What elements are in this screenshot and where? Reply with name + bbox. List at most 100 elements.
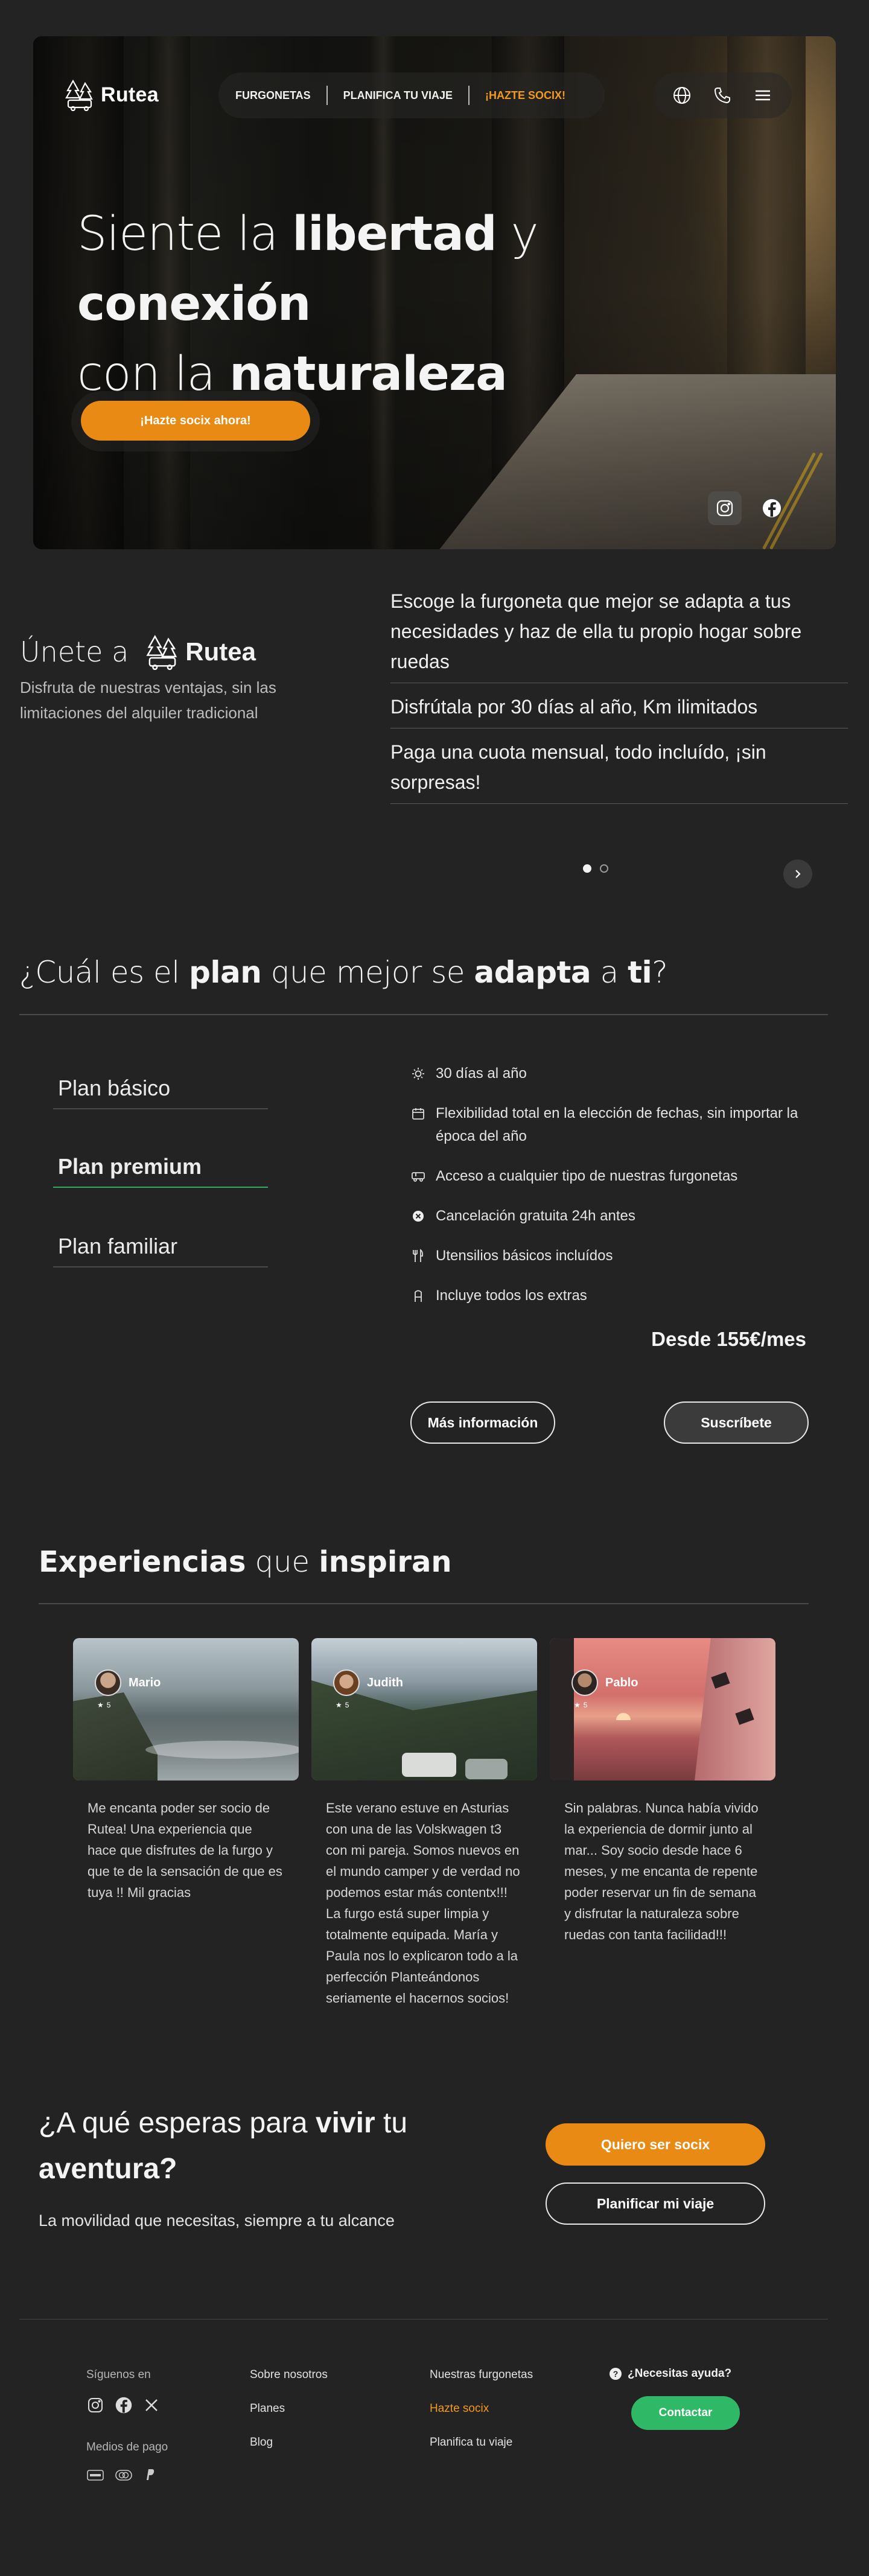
testimonial-user: Judith bbox=[333, 1669, 403, 1696]
plan-feature: Utensilios básicos incluídos bbox=[410, 1245, 821, 1267]
avatar bbox=[333, 1669, 360, 1696]
footer-link-planifica[interactable]: Planifica tu viaje bbox=[430, 2436, 512, 2449]
carousel-dot-active[interactable] bbox=[583, 864, 591, 873]
experiences-heading-emphasis: Experiencias bbox=[39, 1545, 246, 1579]
sea-foam bbox=[145, 1741, 299, 1759]
inline-logo: Rutea bbox=[145, 634, 256, 670]
features-carousel: Escoge la furgoneta que mejor se adapta … bbox=[390, 582, 848, 804]
calendar-icon bbox=[410, 1102, 426, 1125]
menu-icon[interactable] bbox=[750, 82, 776, 109]
testimonial-text: Este verano estuve en Asturias con una d… bbox=[326, 1800, 520, 2006]
nav-separator bbox=[326, 86, 328, 105]
plan-price: Desde 155€/mes bbox=[651, 1328, 806, 1350]
main-nav: FURGONETAS PLANIFICA TU VIAJE ¡HAZTE SOC… bbox=[218, 72, 605, 118]
star-icon: ★ bbox=[97, 1701, 104, 1709]
hero-title: Siente la libertad y conexión con la nat… bbox=[77, 199, 741, 409]
cta-heading-text: ¿A qué esperas para bbox=[39, 2107, 316, 2139]
follow-label: Síguenos en bbox=[86, 2368, 151, 2381]
phone-icon[interactable] bbox=[709, 82, 736, 109]
instagram-icon[interactable] bbox=[86, 2396, 104, 2414]
window-frame-left bbox=[550, 1638, 574, 1781]
plan-features-list: 30 días al año Flexibilidad total en la … bbox=[410, 1062, 821, 1324]
rating-value: 5 bbox=[106, 1701, 111, 1709]
rating-value: 5 bbox=[583, 1701, 588, 1709]
footer-link-vans[interactable]: Nuestras furgonetas bbox=[430, 2368, 533, 2382]
footer-link-blog[interactable]: Blog bbox=[250, 2436, 273, 2449]
plans-divider bbox=[19, 1014, 828, 1015]
coast-rocks bbox=[73, 1692, 158, 1781]
paypal-icon bbox=[142, 2467, 157, 2482]
footer-link-hazte-socix[interactable]: Hazte socix bbox=[430, 2402, 489, 2415]
instagram-icon bbox=[716, 500, 733, 517]
tab-plan-basico[interactable]: Plan básico bbox=[53, 1068, 268, 1109]
mastercard-icon bbox=[115, 2469, 133, 2482]
testimonial-text: Me encanta poder ser socio de Rutea! Una… bbox=[88, 1800, 282, 1900]
close-circle-icon bbox=[410, 1205, 426, 1228]
x-icon[interactable] bbox=[142, 2396, 161, 2414]
plans-heading: ¿Cuál es el plan que mejor se adapta a t… bbox=[19, 955, 668, 990]
join-subtitle: Disfruta de nuestras ventajas, sin las l… bbox=[20, 678, 276, 722]
testimonial-rating: ★ 5 bbox=[97, 1701, 110, 1709]
feature-item: Escoge la furgoneta que mejor se adapta … bbox=[390, 582, 848, 683]
utensils-icon bbox=[410, 1245, 426, 1267]
plans-heading-emphasis: ti bbox=[628, 955, 652, 990]
plan-feature: 30 días al año bbox=[410, 1062, 821, 1085]
plan-feature: Acceso a cualquier tipo de nuestras furg… bbox=[410, 1165, 821, 1188]
nav-hazte-socix[interactable]: ¡HAZTE SOCIX! bbox=[485, 89, 565, 102]
nav-planifica[interactable]: PLANIFICA TU VIAJE bbox=[343, 89, 453, 102]
star-icon: ★ bbox=[336, 1701, 342, 1709]
hero-cta-button[interactable]: ¡Hazte socix ahora! bbox=[81, 401, 310, 441]
experiences-heading: Experiencias que inspiran bbox=[39, 1545, 452, 1579]
testimonial-photo: Mario ★ 5 bbox=[73, 1638, 299, 1781]
plans-heading-emphasis: plan bbox=[189, 955, 262, 990]
plan-feature: Incluye todos los extras bbox=[410, 1284, 821, 1307]
subscribe-button[interactable]: Suscríbete bbox=[664, 1401, 809, 1444]
sunset-sun bbox=[616, 1713, 631, 1720]
tree-van-logo-icon bbox=[146, 634, 177, 670]
hero-instagram-chip[interactable] bbox=[708, 491, 742, 525]
avatar bbox=[571, 1669, 598, 1696]
cta-heading-emphasis: aventura? bbox=[39, 2153, 177, 2185]
carousel-dot[interactable] bbox=[600, 864, 608, 873]
hero-facebook-chip[interactable] bbox=[755, 491, 789, 525]
nav-furgonetas[interactable]: FURGONETAS bbox=[235, 89, 311, 102]
tree-van-logo-icon bbox=[65, 79, 93, 111]
tab-plan-familiar[interactable]: Plan familiar bbox=[53, 1226, 268, 1267]
chevron-right-icon bbox=[795, 870, 801, 878]
join-heading-text: Únete a bbox=[20, 636, 129, 668]
carousel-next-button[interactable] bbox=[783, 859, 812, 888]
plans-heading-text: ¿Cuál es el bbox=[19, 955, 189, 990]
payment-label: Medios de pago bbox=[86, 2441, 168, 2453]
plan-feature-text: Acceso a cualquier tipo de nuestras furg… bbox=[436, 1168, 738, 1184]
hero-title-emphasis: libertad bbox=[292, 207, 497, 261]
testimonial-rating: ★ 5 bbox=[574, 1701, 587, 1709]
brand-name: Rutea bbox=[185, 637, 256, 666]
plan-feature-text: Utensilios básicos incluídos bbox=[436, 1248, 613, 1264]
visa-icon bbox=[86, 2469, 104, 2482]
testimonial-user: Pablo bbox=[571, 1669, 638, 1696]
carousel-dots bbox=[583, 864, 608, 873]
become-member-button[interactable]: Quiero ser socix bbox=[546, 2123, 765, 2166]
plus-icon bbox=[410, 1284, 426, 1307]
testimonial-name: Pablo bbox=[605, 1675, 638, 1689]
plan-trip-button[interactable]: Planificar mi viaje bbox=[546, 2182, 765, 2225]
plan-feature-text: Incluye todos los extras bbox=[436, 1287, 587, 1304]
tab-plan-premium[interactable]: Plan premium bbox=[53, 1147, 268, 1188]
testimonial-card: Pablo ★ 5 Sin palabras. Nunca había vivid… bbox=[550, 1638, 775, 1945]
brand-name: Rutea bbox=[101, 83, 159, 106]
footer-link-plans[interactable]: Planes bbox=[250, 2402, 285, 2415]
cta-heading: ¿A qué esperas para vivir tu aventura? bbox=[39, 2100, 473, 2192]
contact-button[interactable]: Contactar bbox=[631, 2396, 740, 2430]
hero-title-text: Siente la bbox=[77, 207, 293, 261]
header-logo[interactable]: Rutea bbox=[65, 78, 159, 111]
facebook-icon bbox=[763, 499, 781, 517]
van-window-frame bbox=[695, 1638, 775, 1781]
more-info-button[interactable]: Más información bbox=[410, 1401, 555, 1444]
nav-separator bbox=[468, 86, 470, 105]
plan-feature: Cancelación gratuita 24h antes bbox=[410, 1205, 821, 1228]
utility-bar bbox=[653, 72, 792, 118]
footer-link-about[interactable]: Sobre nosotros bbox=[250, 2368, 328, 2382]
globe-icon[interactable] bbox=[669, 82, 695, 109]
facebook-icon[interactable] bbox=[114, 2396, 133, 2415]
plans-heading-text: a bbox=[591, 955, 628, 990]
